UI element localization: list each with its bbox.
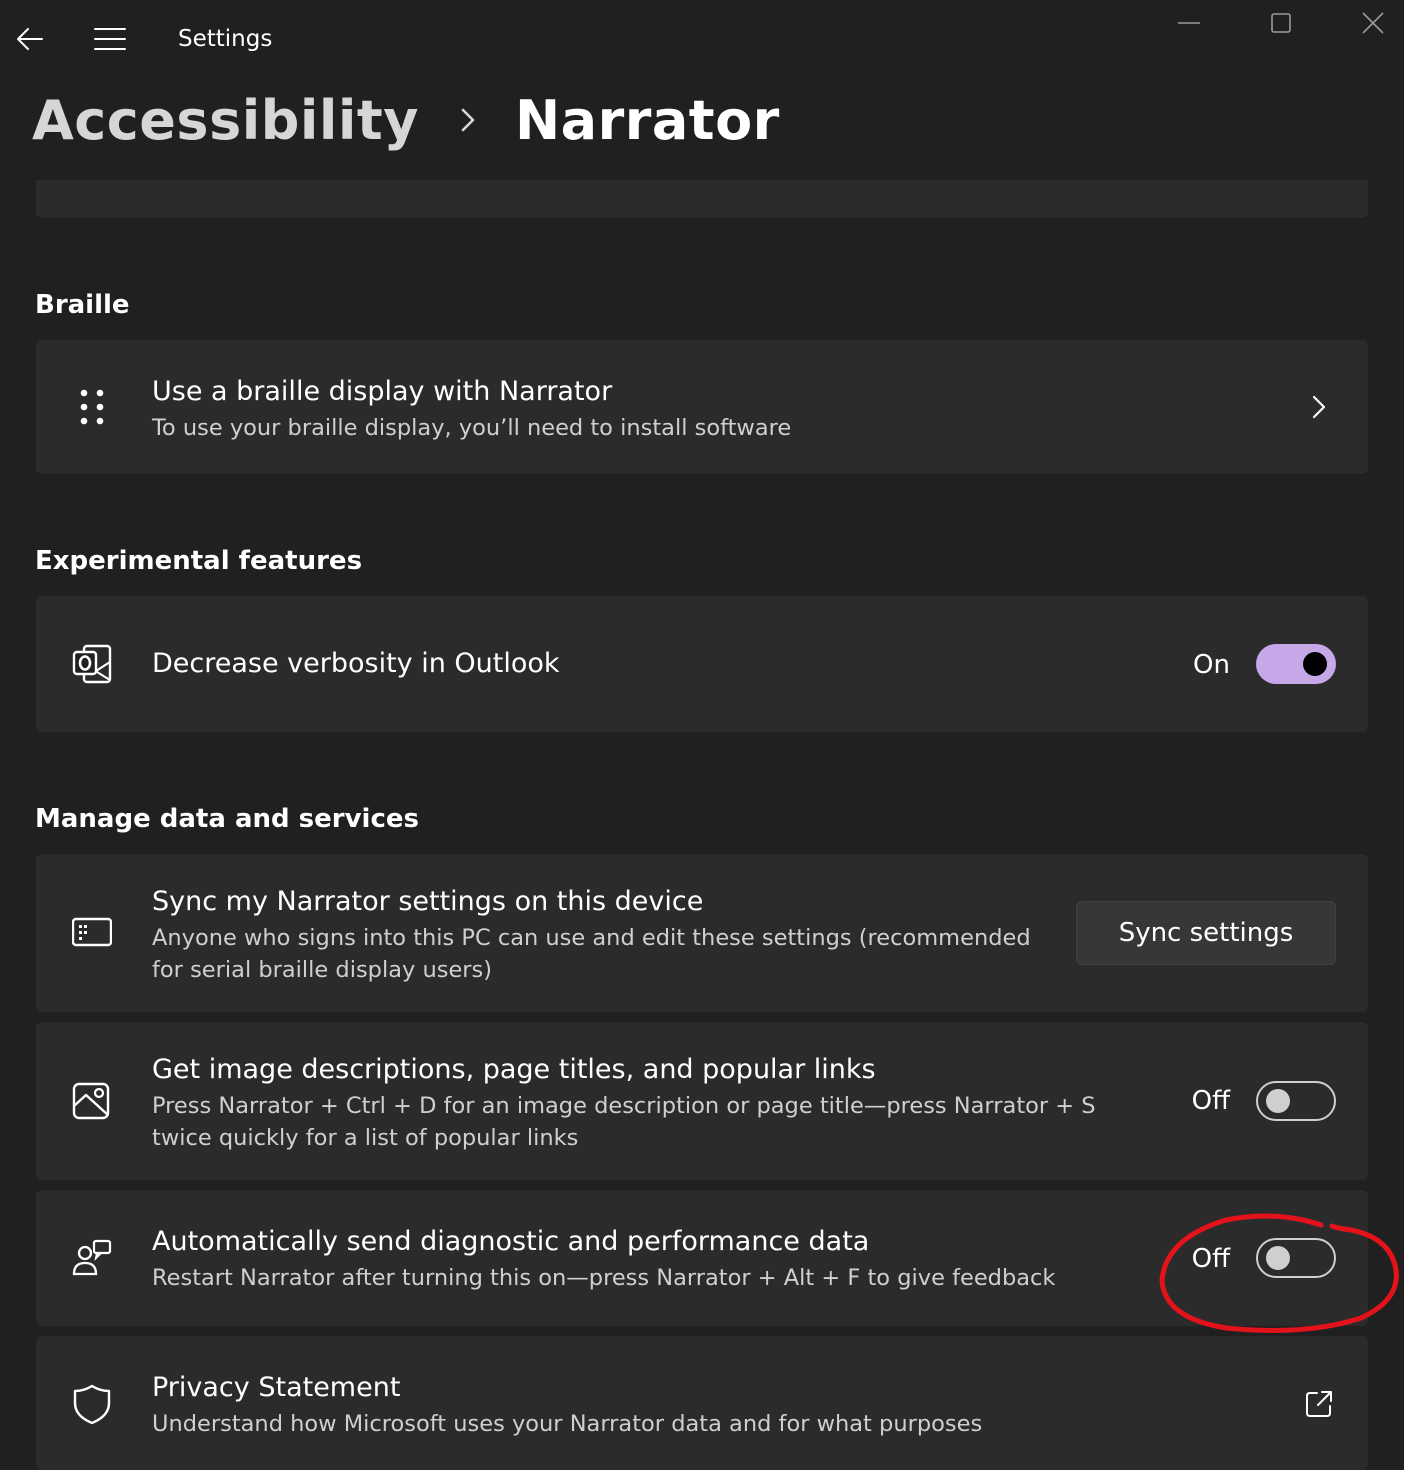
row-title: Decrease verbosity in Outlook [152,648,560,679]
section-header-experimental: Experimental features [35,546,363,576]
section-header-manage-data: Manage data and services [35,804,419,834]
row-title: Use a braille display with Narrator [152,376,613,407]
close-icon[interactable] [1350,6,1396,42]
row-title: Get image descriptions, page titles, and… [152,1054,876,1085]
app-title: Settings [178,26,273,52]
toggle-knob [1266,1246,1290,1270]
outlook-verbosity-toggle[interactable] [1256,644,1336,684]
external-link-icon[interactable] [1304,1389,1334,1419]
row-description: Anyone who signs into this PC can use an… [152,925,1031,983]
maximize-icon[interactable] [1258,6,1304,42]
toggle-state-label: Off [1191,1244,1230,1274]
row-description: Restart Narrator after turning this on—p… [152,1265,1056,1291]
chevron-right-icon [1312,395,1326,419]
row-title: Sync my Narrator settings on this device [152,886,704,917]
title-bar: Settings [0,0,1404,80]
page-title: Narrator [514,88,780,152]
outlook-icon [72,644,112,684]
outlook-verbosity-row: Decrease verbosity in Outlook On [36,596,1368,732]
sync-settings-button[interactable]: Sync settings [1076,901,1336,965]
toggle-knob [1303,652,1327,676]
breadcrumb: Accessibility Narrator [32,82,780,158]
braille-display-row[interactable]: Use a braille display with Narrator To u… [36,340,1368,474]
image-descriptions-toggle[interactable] [1256,1081,1336,1121]
row-description: Press Narrator + Ctrl + D for an image d… [152,1093,1096,1151]
feedback-person-icon [72,1239,112,1276]
back-arrow-icon[interactable] [14,24,46,54]
row-description: Understand how Microsoft uses your Narra… [152,1411,983,1437]
shield-icon [73,1384,111,1424]
row-description: To use your braille display, you’ll need… [152,415,792,441]
breadcrumb-parent[interactable]: Accessibility [32,89,419,152]
diagnostic-data-toggle[interactable] [1256,1238,1336,1278]
image-icon [72,1082,110,1120]
toggle-state-label: On [1193,650,1230,680]
toggle-state-label: Off [1191,1086,1230,1116]
hamburger-menu-icon[interactable] [92,24,128,54]
privacy-statement-row[interactable]: Privacy Statement Understand how Microso… [36,1336,1368,1470]
chevron-right-icon [461,108,475,132]
keyboard-sync-icon [72,917,112,947]
settings-content[interactable]: Braille Use a braille display with Narra… [0,180,1404,1470]
sync-settings-row: Sync my Narrator settings on this device… [36,854,1368,1012]
row-title: Automatically send diagnostic and perfor… [152,1226,870,1257]
diagnostic-data-row: Automatically send diagnostic and perfor… [36,1190,1368,1326]
row-title: Privacy Statement [152,1372,401,1403]
braille-dots-icon [80,389,104,425]
toggle-knob [1266,1089,1290,1113]
minimize-icon[interactable] [1166,6,1212,42]
section-header-braille: Braille [35,290,130,320]
image-descriptions-row: Get image descriptions, page titles, and… [36,1022,1368,1180]
partial-setting-card [36,180,1368,218]
